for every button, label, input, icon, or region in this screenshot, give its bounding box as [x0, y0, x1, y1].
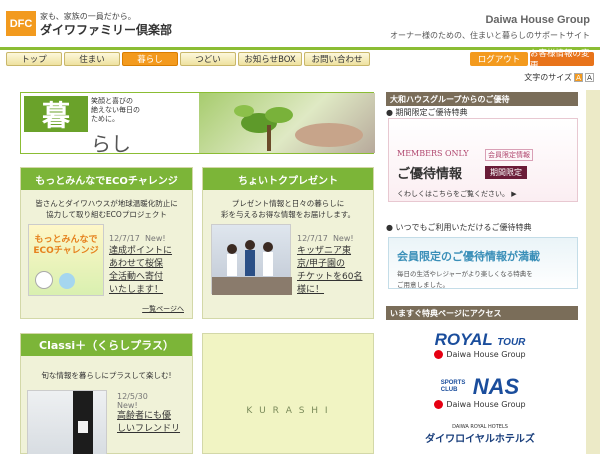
eco-card: もっとみんなでECOチャレンジ 皆さんとダイワハウスが地球温暖化防止に 協力して…	[20, 167, 193, 319]
present-news: 12/7/17 New! キッザニア東 京/甲子園の チケットを60名 様に！	[297, 226, 373, 297]
logout-button[interactable]: ログアウト	[470, 52, 528, 66]
classi-news: 12/5/30 New! 高齢者にも優 しいフレンドリ	[117, 392, 191, 436]
present-image[interactable]	[211, 224, 292, 295]
classi-news-link-2[interactable]: しいフレンドリ	[117, 423, 191, 436]
present-card: ちょいトクプレゼント プレゼント情報と日々の暮らしに 彩を与えるお得な情報をお届…	[202, 167, 374, 319]
present-card-sub-2: 彩を与えるお得な情報をお届けします。	[220, 210, 356, 219]
details-link[interactable]: くわしくはこちらをご覧ください。 ▶	[397, 189, 517, 199]
always-label: ● いつでもご利用いただけるご優待特典	[386, 223, 532, 232]
royal-hotels-logo[interactable]: DAIWA ROYAL HOTELS ダイワロイヤルホテルズ	[400, 424, 560, 445]
eco-news-link-4[interactable]: いたします！	[109, 284, 191, 297]
present-card-sub-1: プレゼント情報と日々の暮らしに	[231, 199, 345, 208]
hero-banner: 暮 らし 笑顔と喜びの 絶えない毎日の ために。	[20, 92, 375, 156]
present-news-link-2[interactable]: 京/甲子園の	[297, 258, 373, 271]
kurashi-card[interactable]: K U R A S H I	[202, 333, 374, 454]
brand-logo: Daiwa House Group	[485, 14, 590, 26]
limited-label: ● 期間限定ご優待特典	[386, 108, 468, 117]
eco-news-link-2[interactable]: あわせて桜保	[109, 258, 191, 271]
eco-news: 12/7/17 New! 達成ポイントに あわせて桜保 全活動へ寄付 いたします…	[109, 226, 191, 297]
site-tagline: オーナー様のための、住まいと暮らしのサポートサイト	[390, 31, 590, 40]
classi-card-title[interactable]: Classi＋（くらしプラス）	[21, 334, 192, 356]
nav-right: ログアウト お客様情報の変更	[468, 49, 594, 71]
club-name[interactable]: ダイワファミリー倶楽部	[40, 21, 172, 38]
kurashi-text: K U R A S H I	[246, 406, 330, 416]
access-header: いますぐ特典ページにアクセス	[386, 306, 578, 320]
classi-card-sub: 旬な情報を暮らしにプラスして楽しむ!	[41, 371, 172, 380]
main-nav: トップ 住まい 暮らし つどい お知らせBOX お問い合わせ	[6, 52, 372, 66]
font-size-control: 文字のサイズ A A	[524, 72, 594, 83]
eco-news-link-3[interactable]: 全活動へ寄付	[109, 271, 191, 284]
font-small-button[interactable]: A	[574, 73, 583, 82]
classi-image[interactable]	[27, 390, 107, 454]
royal-tour-logo[interactable]: ROYAL TOUR Daiwa House Group	[400, 330, 560, 359]
font-large-button[interactable]: A	[585, 73, 594, 82]
present-news-link-4[interactable]: 様に！	[297, 284, 373, 297]
hero-rashi: らし	[91, 132, 131, 156]
right-scroll-strip	[586, 90, 600, 454]
header-divider	[0, 47, 600, 50]
font-size-label: 文字のサイズ	[524, 73, 572, 82]
members-banner[interactable]: MEMBERS ONLY 会員限定情報 ご優待情報 期間限定 くわしくはこちらを…	[388, 118, 578, 202]
eco-card-title[interactable]: もっとみんなでECOチャレンジ	[21, 168, 192, 190]
members-info-banner[interactable]: 会員限定のご優待情報が満載 毎日の生活やレジャーがより楽しくなる特典を ご用意し…	[388, 237, 578, 289]
nav-kurashi[interactable]: 暮らし	[122, 52, 178, 66]
plant-hands-image	[234, 105, 363, 151]
eco-card-sub-2: 協力して取り組むECOプロジェクト	[46, 210, 167, 219]
eco-more-link[interactable]: 一覧ページへ	[142, 304, 184, 314]
classi-news-link-1[interactable]: 高齢者にも優	[117, 410, 191, 423]
present-news-link-1[interactable]: キッザニア東	[297, 245, 373, 258]
nav-oshirase[interactable]: お知らせBOX	[238, 52, 302, 66]
dfc-logo[interactable]: DFC	[6, 11, 36, 36]
benefits-header: 大和ハウスグループからのご優待	[386, 92, 578, 106]
hero-photo	[199, 93, 375, 153]
nav-top[interactable]: トップ	[6, 52, 62, 66]
nav-sumai[interactable]: 住まい	[64, 52, 120, 66]
eco-card-sub-1: 皆さんとダイワハウスが地球温暖化防止に	[35, 199, 178, 208]
eco-image[interactable]: もっとみんなでECOチャレンジ	[28, 224, 104, 296]
classi-card: Classi＋（くらしプラス） 旬な情報を暮らしにプラスして楽しむ! 12/5/…	[20, 333, 193, 454]
nas-logo[interactable]: SPORTS CLUB NAS Daiwa House Group	[400, 374, 560, 409]
eco-news-link-1[interactable]: 達成ポイントに	[109, 245, 191, 258]
nav-contact[interactable]: お問い合わせ	[304, 52, 370, 66]
hero-copy: 笑顔と喜びの 絶えない毎日の ために。	[91, 97, 140, 123]
present-card-title[interactable]: ちょいトクプレゼント	[203, 168, 373, 190]
nav-tsudoi[interactable]: つどい	[180, 52, 236, 66]
present-news-link-3[interactable]: チケットを60名	[297, 271, 373, 284]
customer-info-button[interactable]: お客様情報の変更	[530, 49, 594, 71]
hero-kanji: 暮	[24, 96, 88, 132]
